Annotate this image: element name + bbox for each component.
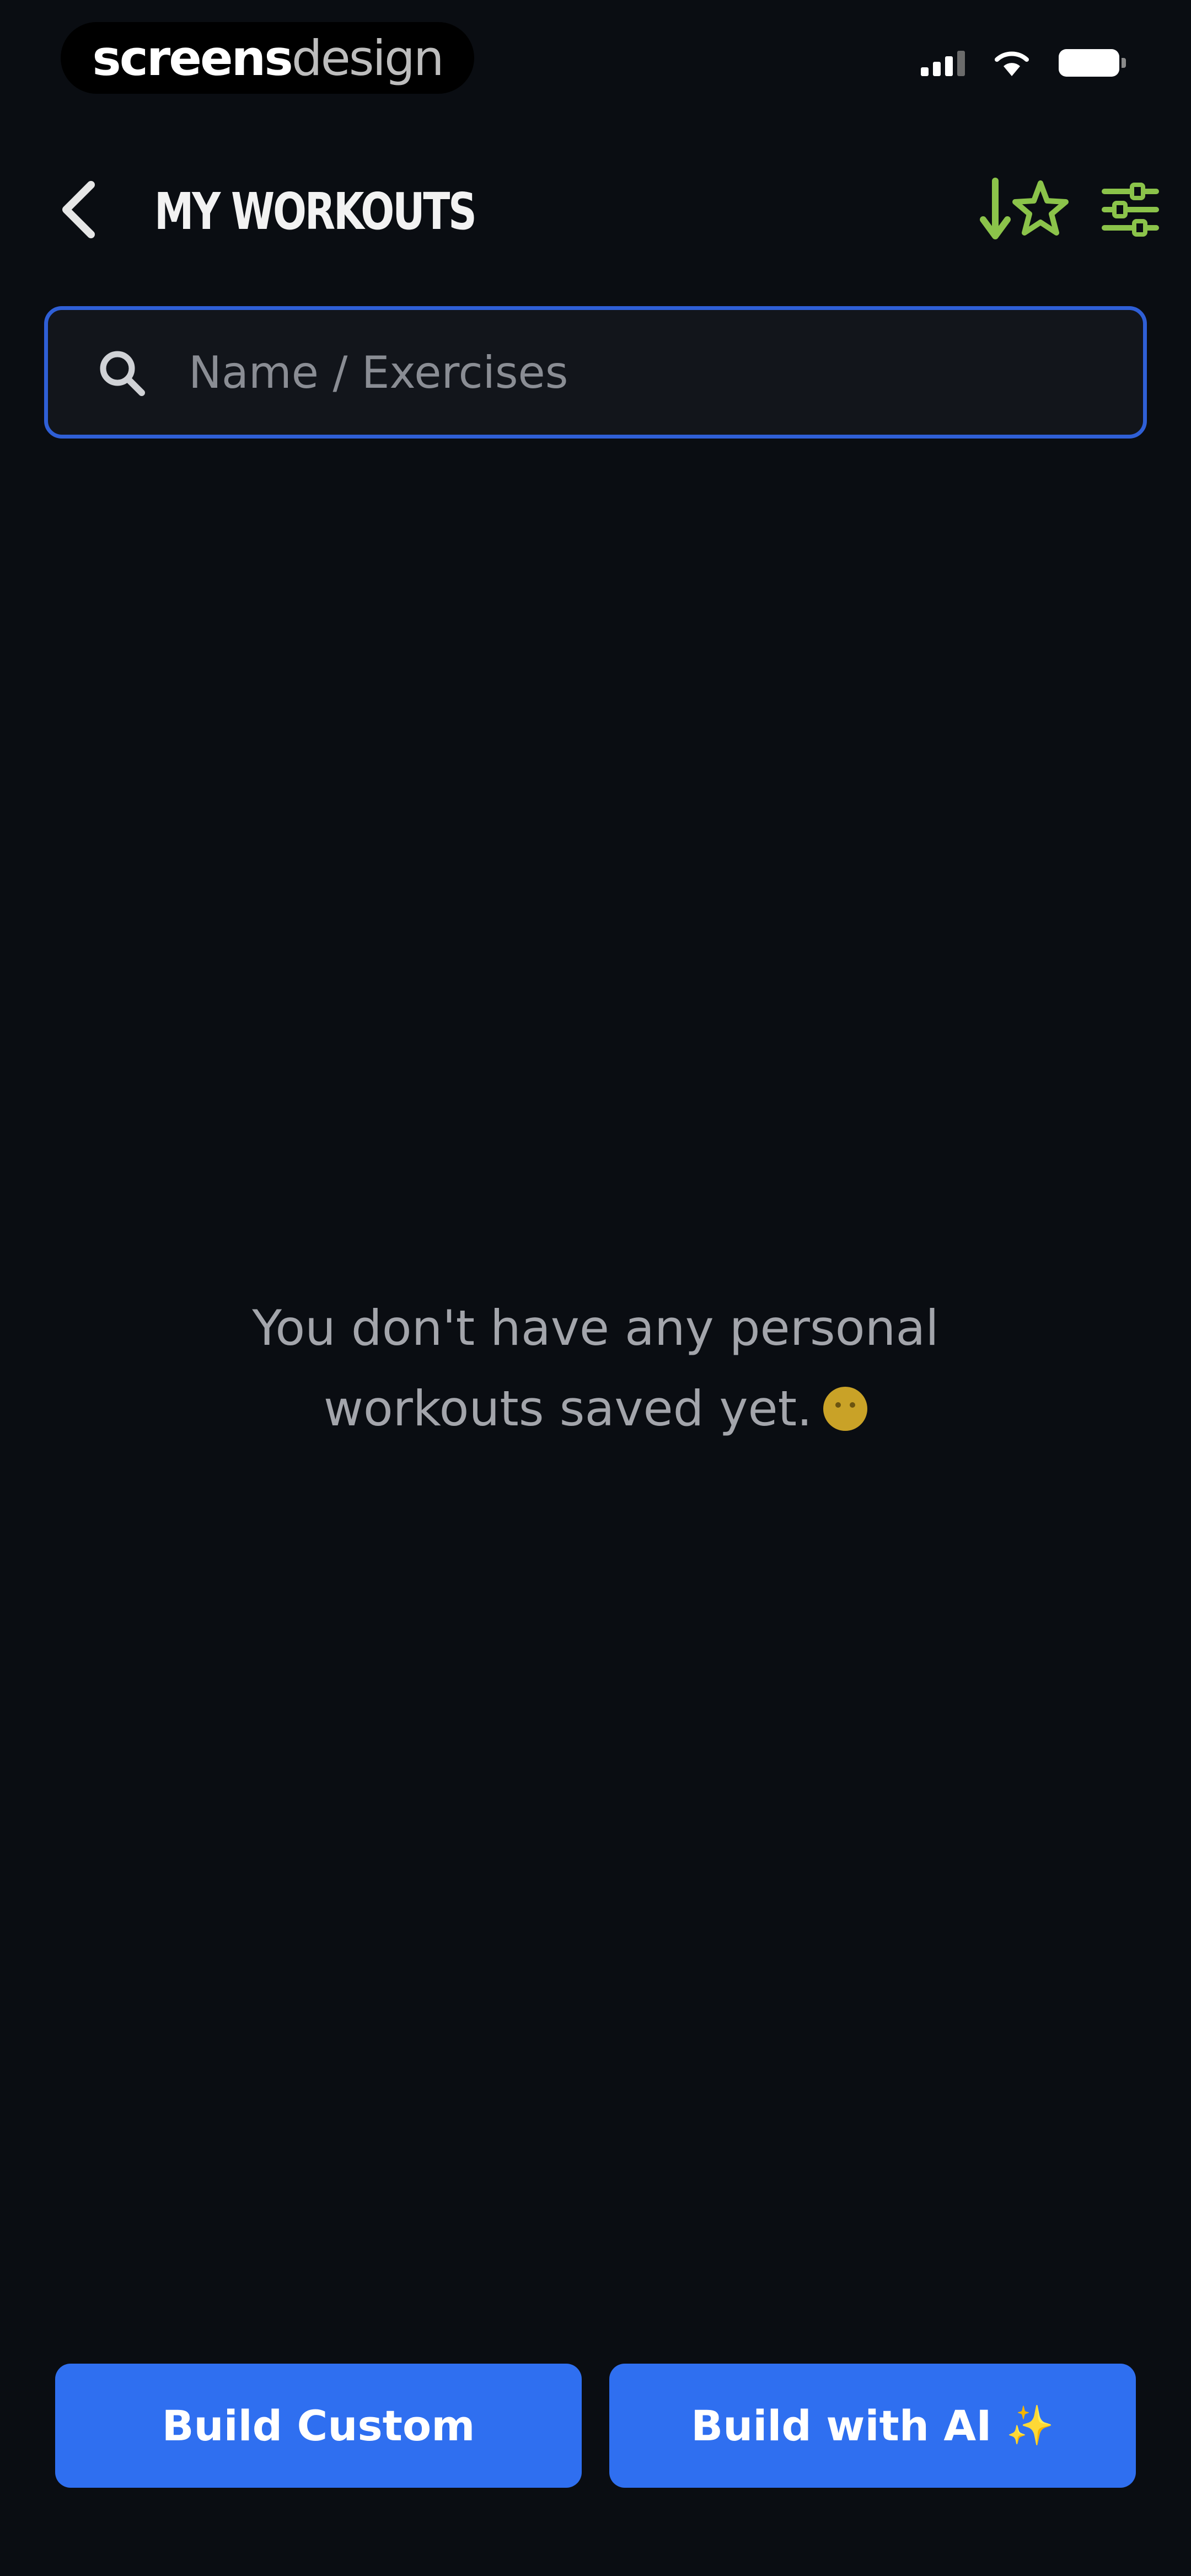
empty-state-line-2: workouts saved yet. — [323, 1380, 813, 1437]
chevron-left-icon — [62, 181, 95, 238]
page-title: MY WORKOUTS — [154, 182, 477, 241]
build-with-ai-button[interactable]: Build with AI ✨ — [609, 2364, 1136, 2488]
cellular-signal-icon — [921, 50, 965, 76]
brand-watermark: screens design — [61, 22, 474, 94]
empty-state-line-1: You don't have any personal — [252, 1300, 939, 1356]
status-icons — [921, 49, 1126, 77]
search-input[interactable] — [189, 310, 1115, 435]
battery-icon — [1059, 49, 1126, 77]
wifi-icon — [995, 51, 1029, 76]
status-bar: screens design — [0, 0, 1191, 121]
brand-bold-text: screens — [92, 29, 293, 87]
sparkles-icon: ✨ — [1006, 2403, 1054, 2448]
empty-state-message: You don't have any personal workouts sav… — [110, 1288, 1081, 1449]
empty-state-line-2-row: workouts saved yet. — [110, 1369, 1081, 1449]
search-box[interactable] — [44, 306, 1147, 439]
header: MY WORKOUTS — [0, 154, 1191, 265]
search-icon — [100, 351, 145, 396]
filter-button[interactable] — [1095, 174, 1166, 245]
brand-light-text: design — [291, 29, 444, 87]
build-with-ai-label: Build with AI — [691, 2401, 992, 2450]
build-custom-label: Build Custom — [162, 2401, 475, 2450]
neutral-face-icon — [823, 1387, 868, 1431]
sliders-icon — [1102, 183, 1159, 237]
sort-button[interactable] — [976, 174, 1075, 245]
sort-favorites-icon — [980, 178, 1069, 239]
back-button[interactable] — [50, 177, 110, 243]
build-custom-button[interactable]: Build Custom — [55, 2364, 582, 2488]
